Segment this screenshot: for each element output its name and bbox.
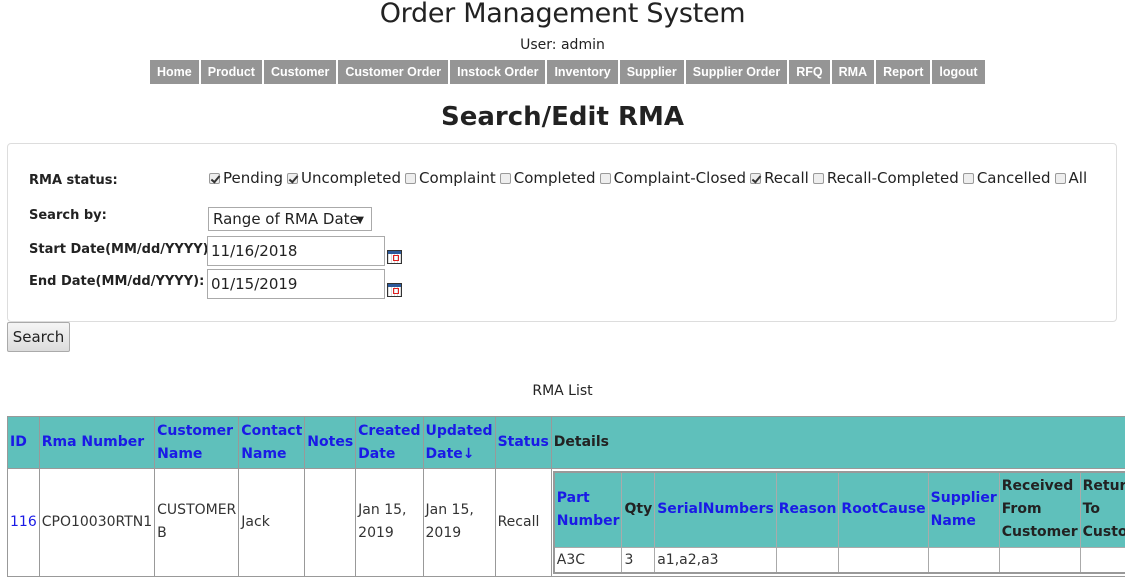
checkbox-icon[interactable]	[750, 172, 762, 184]
nav-instock-order[interactable]: Instock Order	[450, 60, 548, 84]
table-header-row: ID Rma Number Customer Name Contact Name…	[7, 416, 1125, 469]
calendar-icon[interactable]	[387, 250, 402, 264]
cell-reason	[775, 546, 840, 573]
end-date-label: End Date(MM/dd/YYYY):	[29, 274, 205, 289]
checkbox-label: Completed	[513, 169, 596, 187]
checkbox-label: Uncompleted	[300, 169, 402, 187]
rma-status-label: RMA status:	[29, 173, 118, 188]
end-date-input[interactable]: 01/15/2019	[207, 269, 385, 299]
status-recall-checkbox[interactable]: Recall	[750, 169, 809, 187]
status-complaint-closed-checkbox[interactable]: Complaint-Closed	[599, 169, 747, 187]
user-line: User: admin	[520, 37, 605, 53]
col-details: Details	[550, 416, 1125, 469]
checkbox-icon[interactable]	[962, 172, 974, 184]
start-date-input[interactable]: 11/16/2018	[207, 236, 385, 266]
col-contact-name[interactable]: Contact Name	[238, 416, 306, 469]
cell-rma-number: CPO10030RTN1	[38, 468, 156, 577]
main-nav: Home Product Customer Customer Order Ins…	[150, 60, 985, 84]
col-reason[interactable]: Reason	[775, 471, 840, 548]
col-created-date[interactable]: Created Date	[355, 416, 424, 469]
nav-logout[interactable]: logout	[932, 60, 985, 84]
status-all-checkbox[interactable]: All	[1054, 169, 1088, 187]
checkbox-label: Complaint-Closed	[613, 169, 747, 187]
rma-list-caption: RMA List	[532, 383, 593, 399]
checkbox-label: Recall	[764, 169, 809, 187]
nav-customer-order[interactable]: Customer Order	[338, 60, 451, 84]
cell-id[interactable]: 116	[7, 468, 40, 577]
nav-inventory[interactable]: Inventory	[547, 60, 620, 84]
checkbox-icon[interactable]	[1054, 172, 1066, 184]
col-updated-date[interactable]: Updated Date↓	[422, 416, 496, 469]
checkbox-label: Complaint	[419, 169, 496, 187]
checkbox-icon[interactable]	[286, 172, 298, 184]
col-id[interactable]: ID	[7, 416, 40, 469]
details-row: A3C 3 a1,a2,a3	[553, 546, 1125, 573]
status-completed-checkbox[interactable]: Completed	[499, 169, 596, 187]
cell-details: Part Number Qty SerialNumbers Reason Roo…	[550, 468, 1125, 577]
checkbox-icon[interactable]	[405, 172, 417, 184]
rma-status-checkboxes: Pending Uncompleted Complaint Completed …	[209, 169, 1091, 187]
search-button[interactable]: Search	[7, 322, 70, 352]
checkbox-label: Cancelled	[976, 169, 1051, 187]
app-title: Order Management System	[379, 0, 746, 29]
nav-supplier-order[interactable]: Supplier Order	[685, 60, 790, 84]
col-customer-name[interactable]: Customer Name	[154, 416, 240, 469]
search-by-label: Search by:	[29, 208, 107, 223]
checkbox-icon[interactable]	[812, 172, 824, 184]
cell-created-date: Jan 15, 2019	[355, 468, 424, 577]
cell-contact-name: Jack	[238, 468, 306, 577]
cell-supplier-name	[927, 546, 1000, 573]
status-recall-completed-checkbox[interactable]: Recall-Completed	[812, 169, 959, 187]
col-part-number[interactable]: Part Number	[553, 471, 623, 548]
rma-id-link[interactable]: 116	[10, 514, 37, 530]
details-table: Part Number Qty SerialNumbers Reason Roo…	[552, 471, 1125, 574]
checkbox-label: Recall-Completed	[826, 169, 959, 187]
details-header-row: Part Number Qty SerialNumbers Reason Roo…	[553, 471, 1125, 548]
status-complaint-checkbox[interactable]: Complaint	[405, 169, 496, 187]
table-row: 116 CPO10030RTN1 CUSTOMER B Jack Jan 15,…	[7, 468, 1125, 577]
checkbox-label: Pending	[223, 169, 283, 187]
dropdown-arrow-icon: ▼	[356, 215, 364, 226]
col-root-cause[interactable]: RootCause	[838, 471, 929, 548]
col-qty: Qty	[621, 471, 656, 548]
search-by-value: Range of RMA Date	[213, 210, 359, 228]
col-supplier-name[interactable]: Supplier Name	[927, 471, 1000, 548]
cell-status: Recall	[494, 468, 552, 577]
cell-return-to-customer	[1079, 546, 1125, 573]
nav-rfq[interactable]: RFQ	[789, 60, 832, 84]
status-cancelled-checkbox[interactable]: Cancelled	[962, 169, 1051, 187]
rma-table: ID Rma Number Customer Name Contact Name…	[7, 416, 1125, 577]
nav-customer[interactable]: Customer	[263, 60, 339, 84]
cell-qty: 3	[621, 546, 656, 573]
status-uncompleted-checkbox[interactable]: Uncompleted	[286, 169, 402, 187]
cell-root-cause	[838, 546, 929, 573]
col-rma-number[interactable]: Rma Number	[38, 416, 156, 469]
nav-product[interactable]: Product	[200, 60, 264, 84]
nav-rma[interactable]: RMA	[831, 60, 877, 84]
search-by-select[interactable]: Range of RMA Date ▼	[208, 207, 372, 231]
status-pending-checkbox[interactable]: Pending	[209, 169, 283, 187]
col-return-to-customer: Return To Customer	[1079, 471, 1125, 548]
checkbox-label: All	[1068, 169, 1088, 187]
calendar-icon[interactable]	[387, 283, 402, 297]
cell-updated-date: Jan 15, 2019	[422, 468, 496, 577]
cell-received-from-customer	[998, 546, 1081, 573]
col-status[interactable]: Status	[494, 416, 552, 469]
cell-notes	[304, 468, 357, 577]
page-title: Search/Edit RMA	[441, 102, 684, 132]
checkbox-icon[interactable]	[599, 172, 611, 184]
cell-part-number: A3C	[553, 546, 623, 573]
checkbox-icon[interactable]	[499, 172, 511, 184]
cell-serial-numbers: a1,a2,a3	[654, 546, 777, 573]
col-serial-numbers[interactable]: SerialNumbers	[654, 471, 777, 548]
col-received-from-customer: Received From Customer	[998, 471, 1081, 548]
nav-supplier[interactable]: Supplier	[619, 60, 686, 84]
cell-customer-name: CUSTOMER B	[154, 468, 240, 577]
start-date-label: Start Date(MM/dd/YYYY):	[29, 242, 214, 257]
nav-report[interactable]: Report	[876, 60, 933, 84]
checkbox-icon[interactable]	[209, 172, 220, 184]
nav-home[interactable]: Home	[150, 60, 201, 84]
col-notes[interactable]: Notes	[304, 416, 357, 469]
